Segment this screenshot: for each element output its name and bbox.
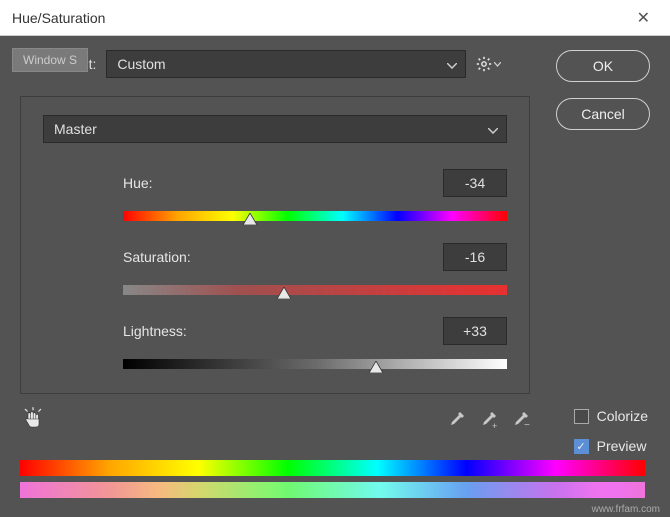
right-button-column: OK Cancel xyxy=(556,50,650,130)
eyedropper-add-icon[interactable]: + xyxy=(478,410,498,435)
preview-checkbox-row[interactable]: ✓ Preview xyxy=(574,438,648,454)
saturation-slider-thumb[interactable] xyxy=(277,287,291,299)
hue-label: Hue: xyxy=(123,175,153,191)
svg-text:+: + xyxy=(492,421,497,430)
svg-text:−: − xyxy=(524,420,530,430)
preset-value: Custom xyxy=(117,56,165,72)
preset-options-button[interactable] xyxy=(476,56,501,72)
adjustments-panel: Master Hue: -34 xyxy=(20,96,530,394)
hue-value-input[interactable]: -34 xyxy=(443,169,507,197)
saturation-value-input[interactable]: -16 xyxy=(443,243,507,271)
colorize-checkbox[interactable] xyxy=(574,409,589,424)
gear-icon xyxy=(476,56,492,72)
input-spectrum xyxy=(20,460,645,476)
background-window-label: Window S xyxy=(12,48,88,72)
channel-row: Master xyxy=(43,115,507,143)
hue-slider-thumb[interactable] xyxy=(243,213,257,225)
colorize-label: Colorize xyxy=(597,408,648,424)
lightness-gradient-bar xyxy=(123,359,507,369)
lightness-label: Lightness: xyxy=(123,323,187,339)
checkbox-column: Colorize ✓ Preview xyxy=(574,408,648,454)
dialog-title: Hue/Saturation xyxy=(12,10,105,26)
colorize-checkbox-row[interactable]: Colorize xyxy=(574,408,648,424)
close-icon[interactable]: ✕ xyxy=(629,4,658,32)
hue-gradient-bar xyxy=(123,211,507,221)
scrubby-hand-icon[interactable] xyxy=(20,406,46,438)
preview-checkbox[interactable]: ✓ xyxy=(574,439,589,454)
watermark: www.frfam.com xyxy=(592,504,660,515)
spectrum-bars xyxy=(20,460,645,498)
saturation-label: Saturation: xyxy=(123,249,191,265)
preset-select[interactable]: Custom xyxy=(106,50,466,78)
output-spectrum xyxy=(20,482,645,498)
chevron-down-icon xyxy=(488,121,498,137)
dialog-body: Window S OK Cancel Preset: Custom Master xyxy=(0,36,670,517)
hue-slider[interactable] xyxy=(123,209,507,223)
saturation-slider[interactable] xyxy=(123,283,507,297)
eyedropper-icon[interactable] xyxy=(446,410,466,435)
eyedropper-subtract-icon[interactable]: − xyxy=(510,410,530,435)
below-panel-row: + − xyxy=(20,406,530,438)
saturation-gradient-bar xyxy=(123,285,507,295)
saturation-slider-block: Saturation: -16 xyxy=(43,243,507,297)
lightness-slider-block: Lightness: +33 xyxy=(43,317,507,371)
cancel-button[interactable]: Cancel xyxy=(556,98,650,130)
eyedropper-group: + − xyxy=(446,410,530,435)
lightness-value-input[interactable]: +33 xyxy=(443,317,507,345)
ok-button[interactable]: OK xyxy=(556,50,650,82)
chevron-down-icon xyxy=(494,62,501,67)
lightness-slider[interactable] xyxy=(123,357,507,371)
hue-slider-block: Hue: -34 xyxy=(43,169,507,223)
hue-saturation-dialog: Hue/Saturation ✕ Window S OK Cancel Pres… xyxy=(0,0,670,517)
preview-label: Preview xyxy=(597,438,647,454)
titlebar: Hue/Saturation ✕ xyxy=(0,0,670,36)
chevron-down-icon xyxy=(447,56,457,72)
channel-select[interactable]: Master xyxy=(43,115,507,143)
lightness-slider-thumb[interactable] xyxy=(369,361,383,373)
channel-value: Master xyxy=(54,121,97,137)
